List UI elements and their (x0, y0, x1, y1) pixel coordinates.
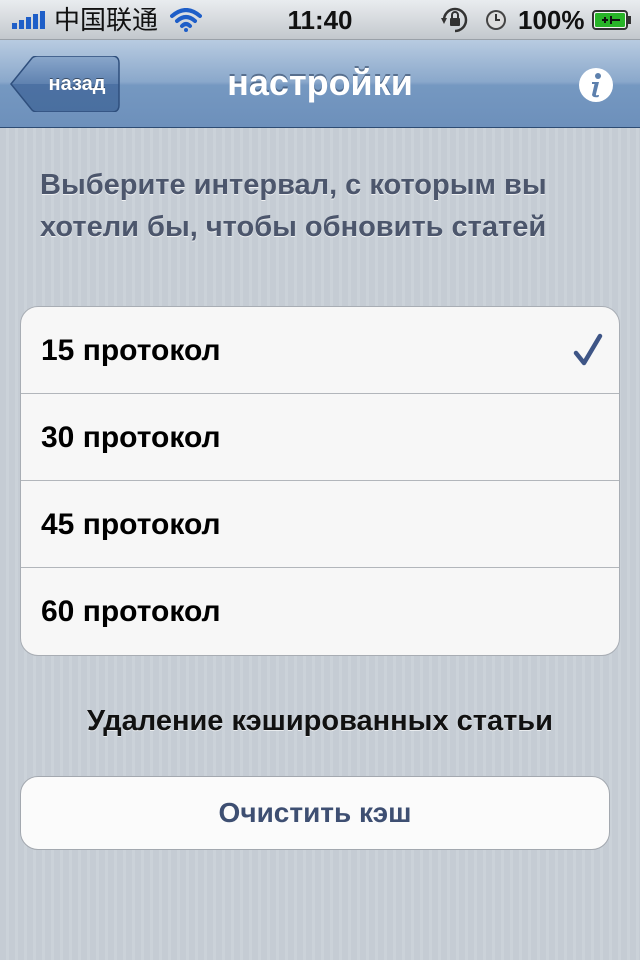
interval-options-table: 15 протокол 30 протокол 45 протокол 60 п… (20, 306, 620, 656)
battery-percentage: 100% (518, 5, 585, 35)
status-bar: 中国联通 11:40 100% (0, 0, 640, 40)
checkmark-icon (573, 333, 603, 366)
rotation-lock-icon (441, 7, 468, 33)
interval-option-45[interactable]: 45 протокол (21, 481, 619, 568)
alarm-clock-icon (486, 10, 506, 30)
back-button-label: назад (48, 73, 106, 95)
interval-option-30[interactable]: 30 протокол (21, 394, 619, 481)
interval-section-header: Выберите интервал, с которым вы хотели б… (40, 169, 547, 243)
option-label: 60 протокол (41, 595, 221, 628)
cache-section-header: Удаление кэшированных статьи (87, 705, 553, 737)
interval-option-15[interactable]: 15 протокол (21, 307, 619, 394)
page-title: настройки (227, 62, 413, 103)
info-icon[interactable] (578, 67, 614, 103)
back-button[interactable]: назад (10, 56, 120, 112)
clear-cache-button[interactable]: Очистить кэш (20, 776, 610, 850)
interval-option-60[interactable]: 60 протокол (21, 568, 619, 655)
option-label: 45 протокол (41, 508, 221, 541)
option-label: 30 протокол (41, 421, 221, 454)
option-label: 15 протокол (41, 334, 221, 367)
navigation-bar: назад настройки (0, 40, 640, 128)
battery-charging-icon (592, 10, 631, 30)
